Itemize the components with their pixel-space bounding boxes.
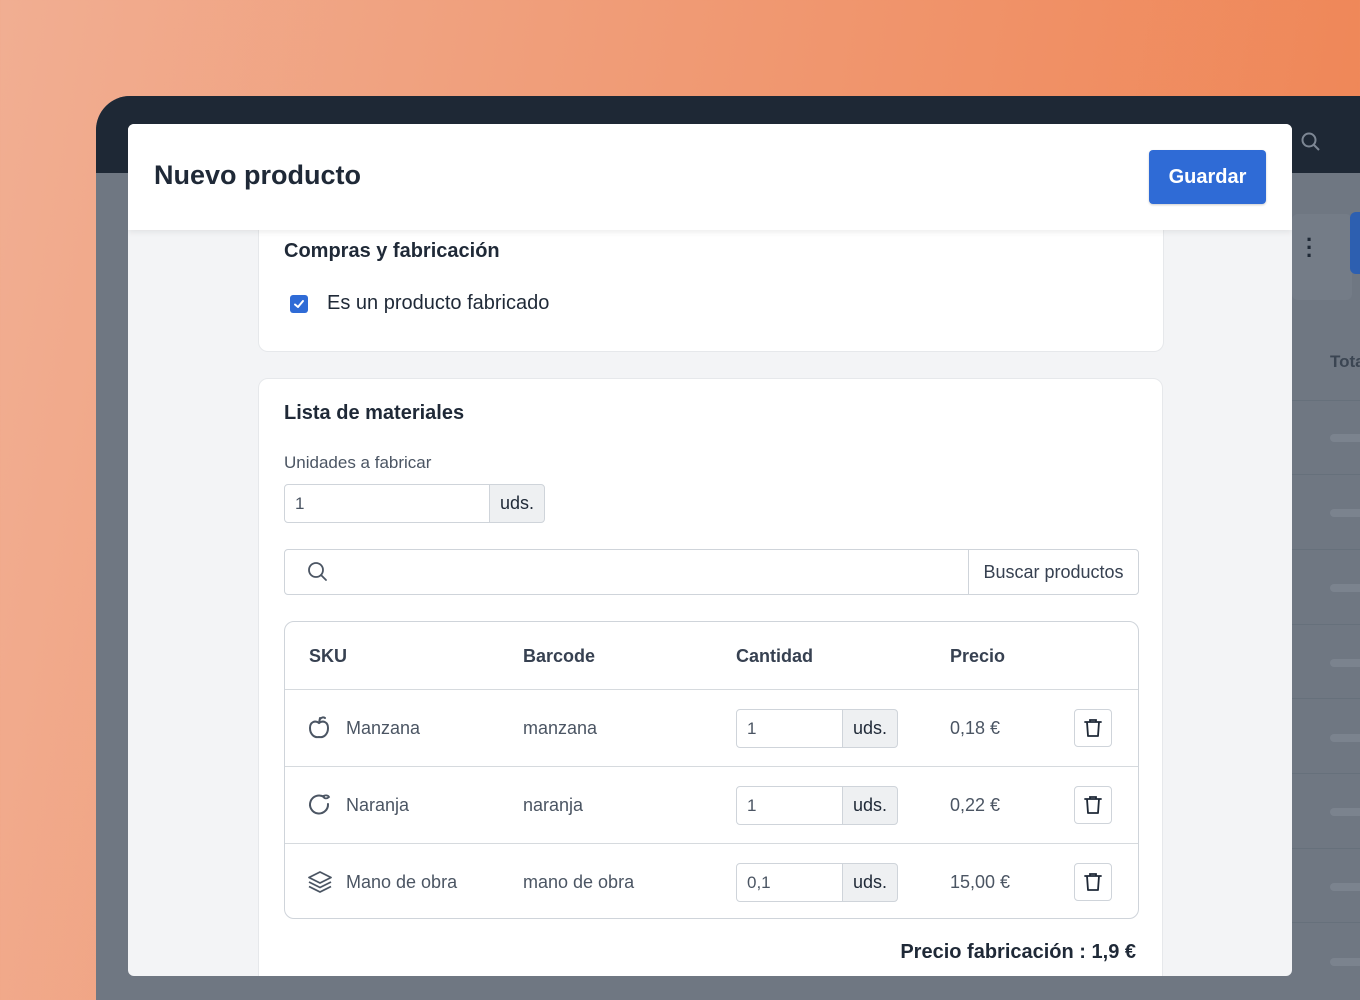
background-row [1292, 400, 1360, 401]
table-row: Naranja naranja uds. 0,22 € [285, 766, 1138, 843]
background-toolbar [1292, 214, 1352, 300]
background-row [1292, 698, 1360, 699]
background-row [1292, 773, 1360, 774]
units-input[interactable] [284, 484, 490, 523]
quantity-input[interactable] [736, 863, 843, 902]
background-placeholder [1330, 509, 1360, 517]
materials-table: SKU Barcode Cantidad Precio Manzana manz… [284, 621, 1139, 919]
new-product-modal: Nuevo producto Guardar Compras y fabrica… [128, 124, 1292, 976]
modal-title: Nuevo producto [154, 160, 361, 190]
units-label: Unidades a fabricar [284, 453, 432, 472]
delete-row-button[interactable] [1074, 786, 1112, 824]
bom-card: Lista de materiales Unidades a fabricar … [258, 378, 1163, 976]
barcode-cell: mano de obra [523, 872, 635, 892]
background-placeholder [1330, 434, 1360, 442]
price-cell: 15,00 € [950, 872, 1011, 892]
background-placeholder [1330, 584, 1360, 592]
background-column-header: Tota [1330, 352, 1360, 371]
price-cell: 0,22 € [950, 795, 1001, 815]
quantity-input[interactable] [736, 709, 843, 748]
quantity-unit: uds. [842, 863, 898, 902]
manufacturing-price-total: Precio fabricación : 1,9 € [900, 941, 1136, 963]
check-icon [294, 300, 304, 308]
sku-cell: Mano de obra [346, 872, 458, 892]
sku-cell: Naranja [346, 795, 410, 815]
background-placeholder [1330, 958, 1360, 966]
delete-row-button[interactable] [1074, 863, 1112, 901]
search-input[interactable] [337, 556, 957, 588]
trash-icon [1084, 796, 1102, 814]
trash-icon [1084, 719, 1102, 737]
delete-row-button[interactable] [1074, 709, 1112, 747]
save-button[interactable]: Guardar [1149, 150, 1266, 204]
background-row [1292, 624, 1360, 625]
apple-icon [308, 716, 330, 739]
background-placeholder [1330, 659, 1360, 667]
background-row [1292, 848, 1360, 849]
background-row [1292, 474, 1360, 475]
column-header-barcode: Barcode [523, 646, 596, 666]
background-primary-button [1350, 212, 1360, 274]
layers-icon [308, 871, 332, 893]
sku-cell: Manzana [346, 718, 421, 738]
barcode-cell: manzana [523, 718, 598, 738]
quantity-input[interactable] [736, 786, 843, 825]
background-placeholder [1330, 734, 1360, 742]
section-title-bom: Lista de materiales [284, 402, 465, 424]
product-search: Buscar productos [284, 549, 1139, 595]
column-header-price: Precio [950, 646, 1006, 666]
column-header-quantity: Cantidad [736, 646, 814, 666]
search-products-button[interactable]: Buscar productos [968, 550, 1138, 594]
search-icon [308, 562, 327, 581]
background-row [1292, 922, 1360, 923]
more-icon: · · · [1306, 227, 1314, 268]
column-header-sku: SKU [309, 646, 348, 666]
modal-header: Nuevo producto Guardar [128, 124, 1292, 230]
barcode-cell: naranja [523, 795, 584, 815]
background-placeholder [1330, 808, 1360, 816]
background-row [1292, 549, 1360, 550]
units-suffix: uds. [489, 484, 545, 523]
manufactured-label[interactable]: Es un producto fabricado [327, 292, 549, 315]
orange-icon [309, 794, 331, 815]
search-icon [1301, 132, 1320, 151]
table-row: Mano de obra mano de obra uds. 15,00 € [285, 843, 1138, 918]
table-row: Manzana manzana uds. 0,18 € [285, 689, 1138, 766]
quantity-unit: uds. [842, 786, 898, 825]
manufactured-checkbox[interactable] [290, 295, 308, 313]
background-placeholder [1330, 883, 1360, 891]
price-cell: 0,18 € [950, 718, 1001, 738]
quantity-unit: uds. [842, 709, 898, 748]
section-title-purchasing: Compras y fabricación [284, 240, 500, 262]
trash-icon [1084, 873, 1102, 891]
